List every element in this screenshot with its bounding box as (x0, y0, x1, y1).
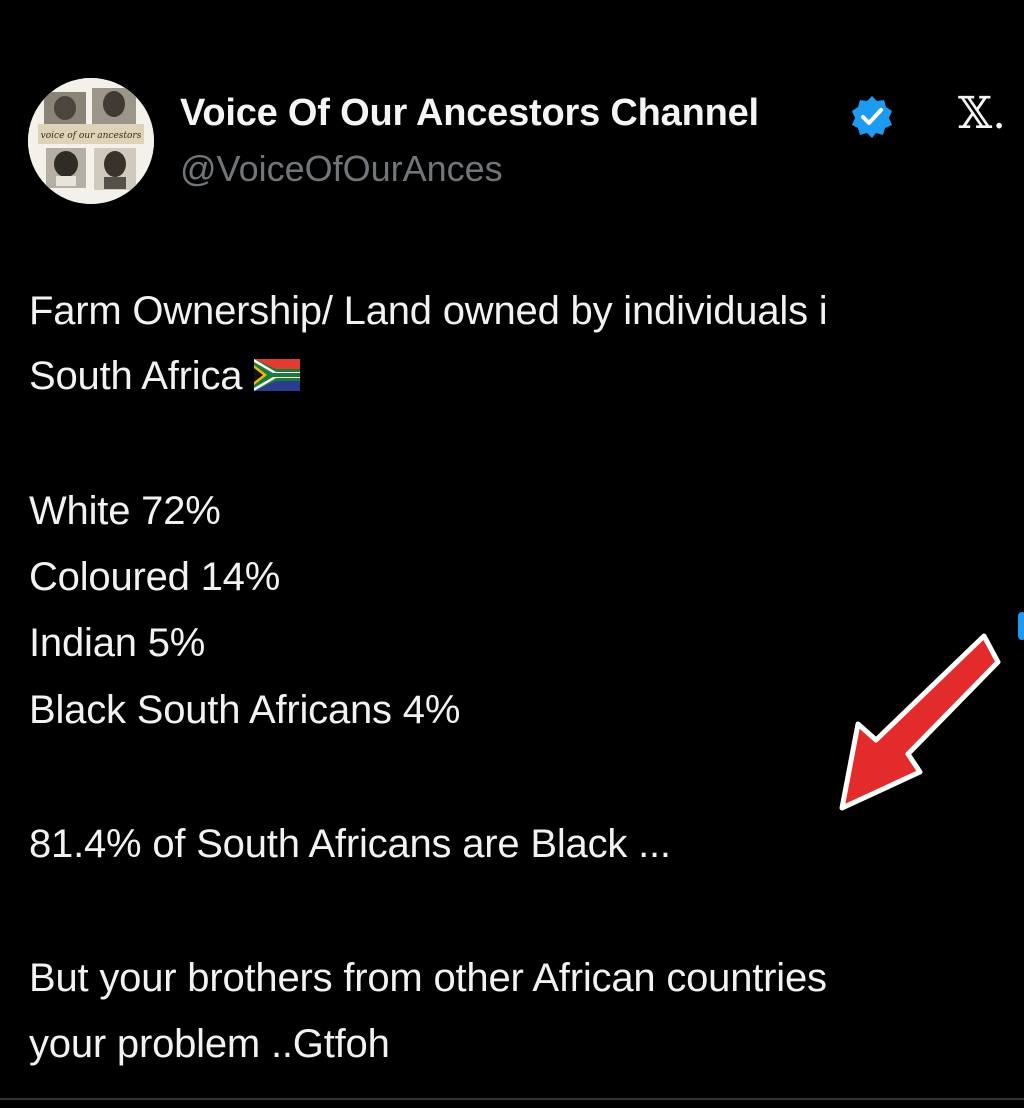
post-text-line: your problem ..Gtfoh (29, 1022, 390, 1066)
author-avatar[interactable]: voice of our ancestors (28, 78, 154, 204)
x-logo-icon[interactable]: 𝕏. (958, 88, 1006, 139)
stat-black-south-africans: Black South Africans 4% (29, 688, 461, 732)
stat-indian: Indian 5% (29, 621, 206, 665)
post-text-line: South Africa (29, 352, 301, 400)
post-text-line: But your brothers from other African cou… (29, 956, 827, 1000)
author-handle[interactable]: @VoiceOfOurAnces (180, 148, 503, 190)
stat-coloured: Coloured 14% (29, 555, 281, 599)
divider (0, 1098, 1024, 1100)
author-display-name[interactable]: Voice Of Our Ancestors Channel (180, 92, 759, 135)
post-text-line: Farm Ownership/ Land owned by individual… (29, 289, 828, 333)
south-africa-flag-icon (254, 359, 301, 392)
post-text-line: 81.4% of South Africans are Black ... (29, 822, 671, 866)
avatar-caption: voice of our ancestors (41, 131, 142, 141)
stat-white: White 72% (29, 489, 221, 533)
red-arrow-icon (839, 633, 1001, 811)
avatar-collage-icon: voice of our ancestors (28, 78, 154, 204)
post: voice of our ancestors Voice Of Our Ance… (0, 0, 1024, 1108)
edge-indicator (1018, 612, 1024, 640)
verified-badge-icon (852, 96, 892, 138)
post-text-segment: South Africa (29, 354, 243, 398)
